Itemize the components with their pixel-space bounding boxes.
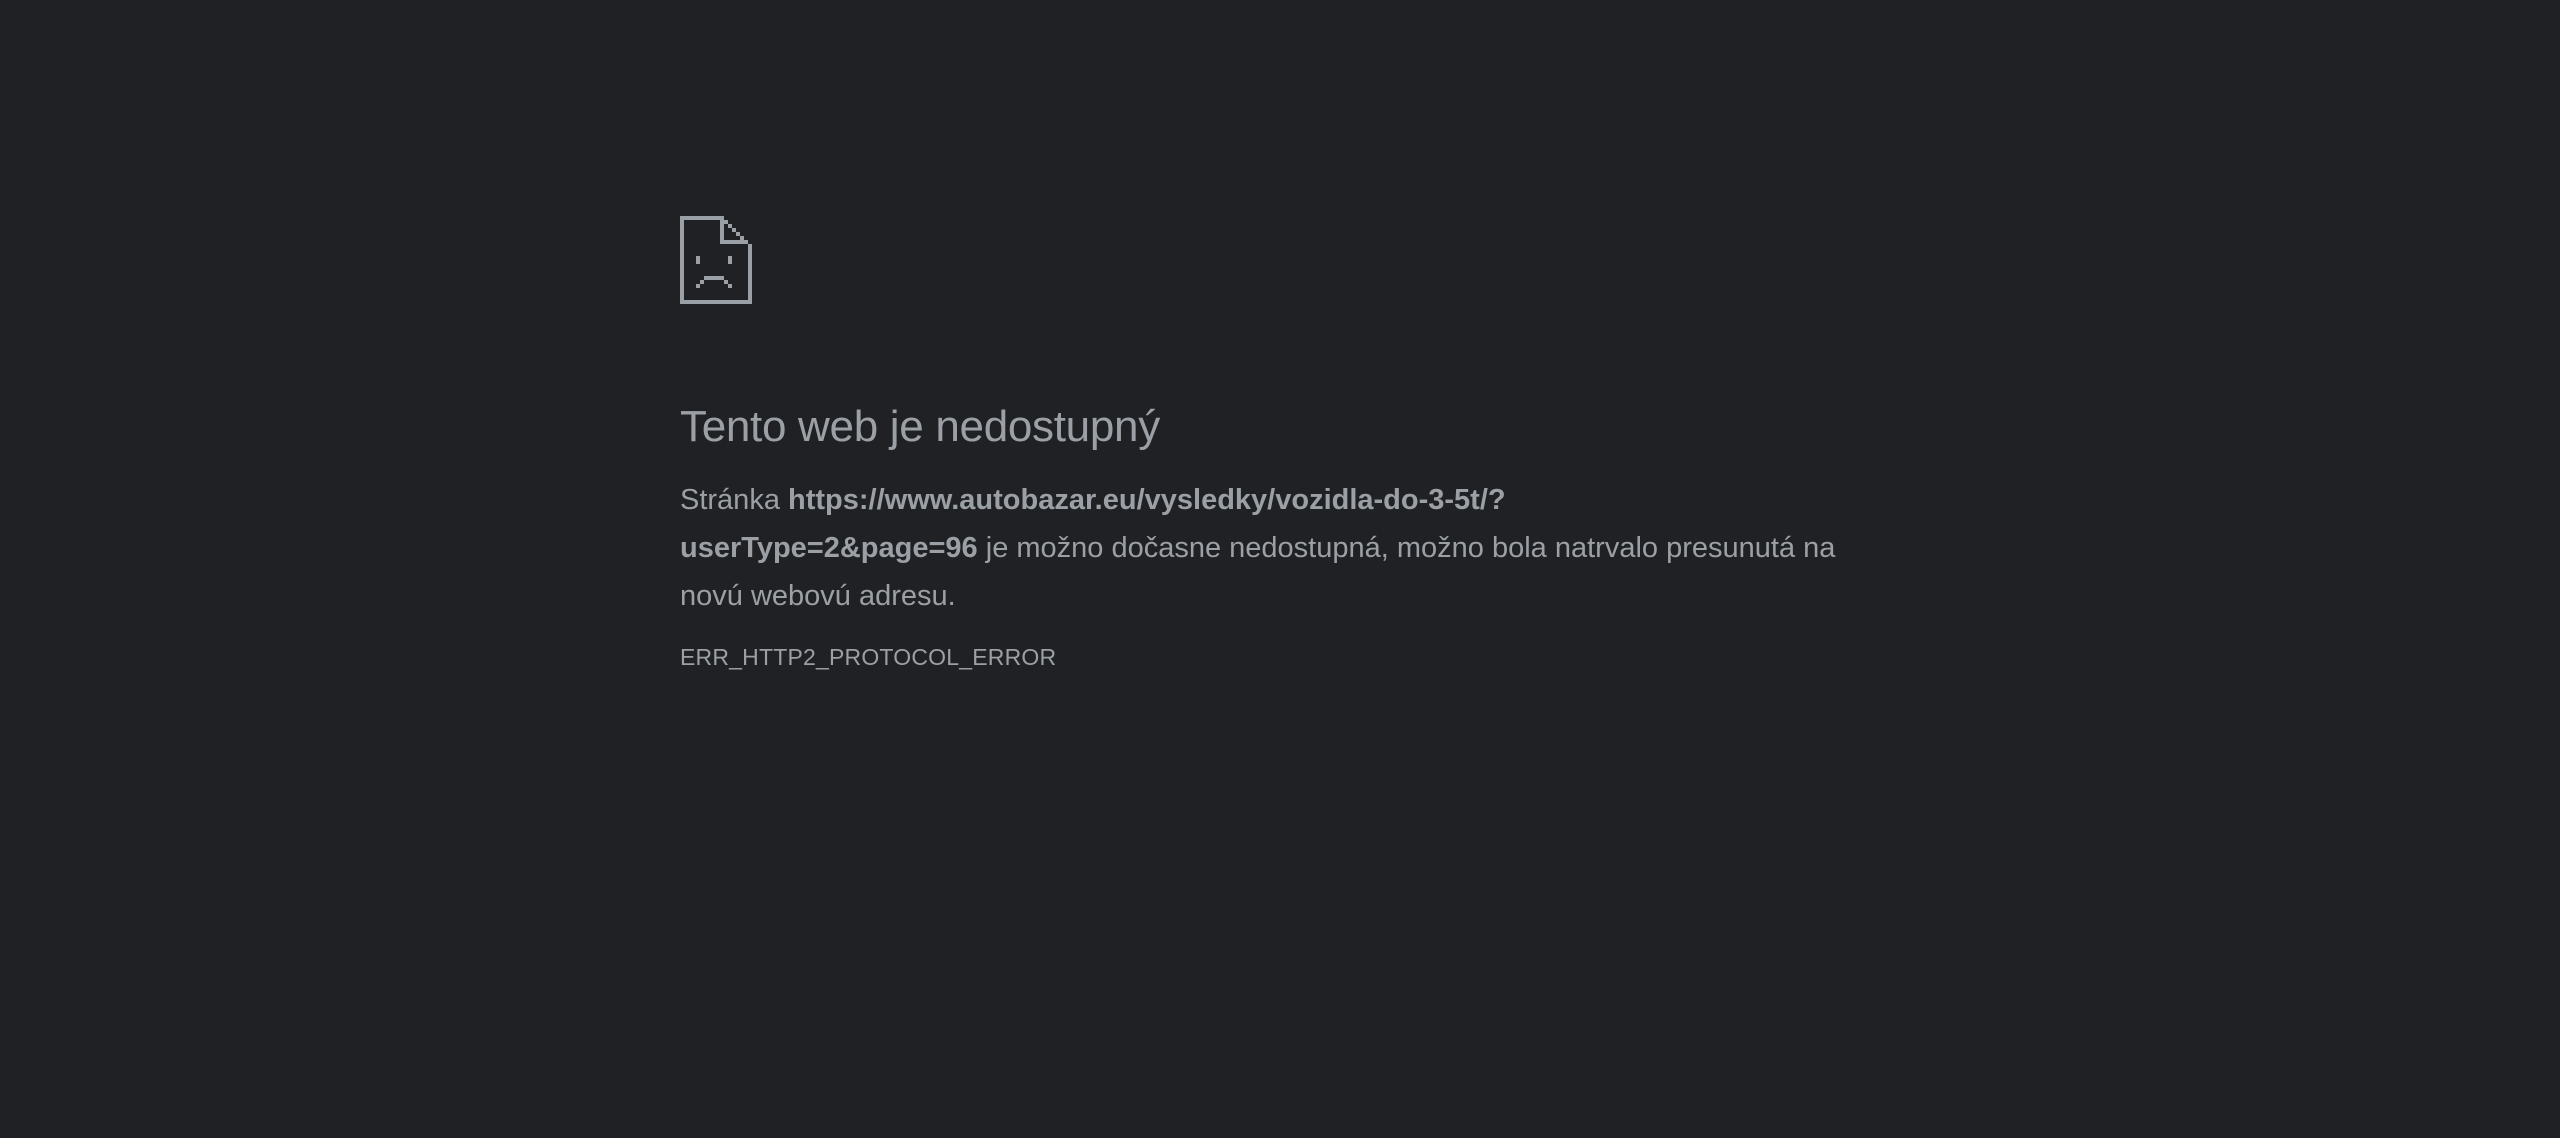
page-title: Tento web je nedostupný xyxy=(680,402,1160,451)
failed-url-part2: userType=2&page=96 xyxy=(680,532,978,564)
error-message: Stránka https://www.autobazar.eu/vysledk… xyxy=(680,476,1880,620)
sad-page-icon xyxy=(680,216,752,304)
error-content: Tento web je nedostupný Stránka https://… xyxy=(680,216,1880,672)
error-code: ERR_HTTP2_PROTOCOL_ERROR xyxy=(680,644,1057,670)
message-prefix: Stránka xyxy=(680,484,788,516)
failed-url-part1: https://www.autobazar.eu/vysledky/vozidl… xyxy=(788,484,1506,516)
